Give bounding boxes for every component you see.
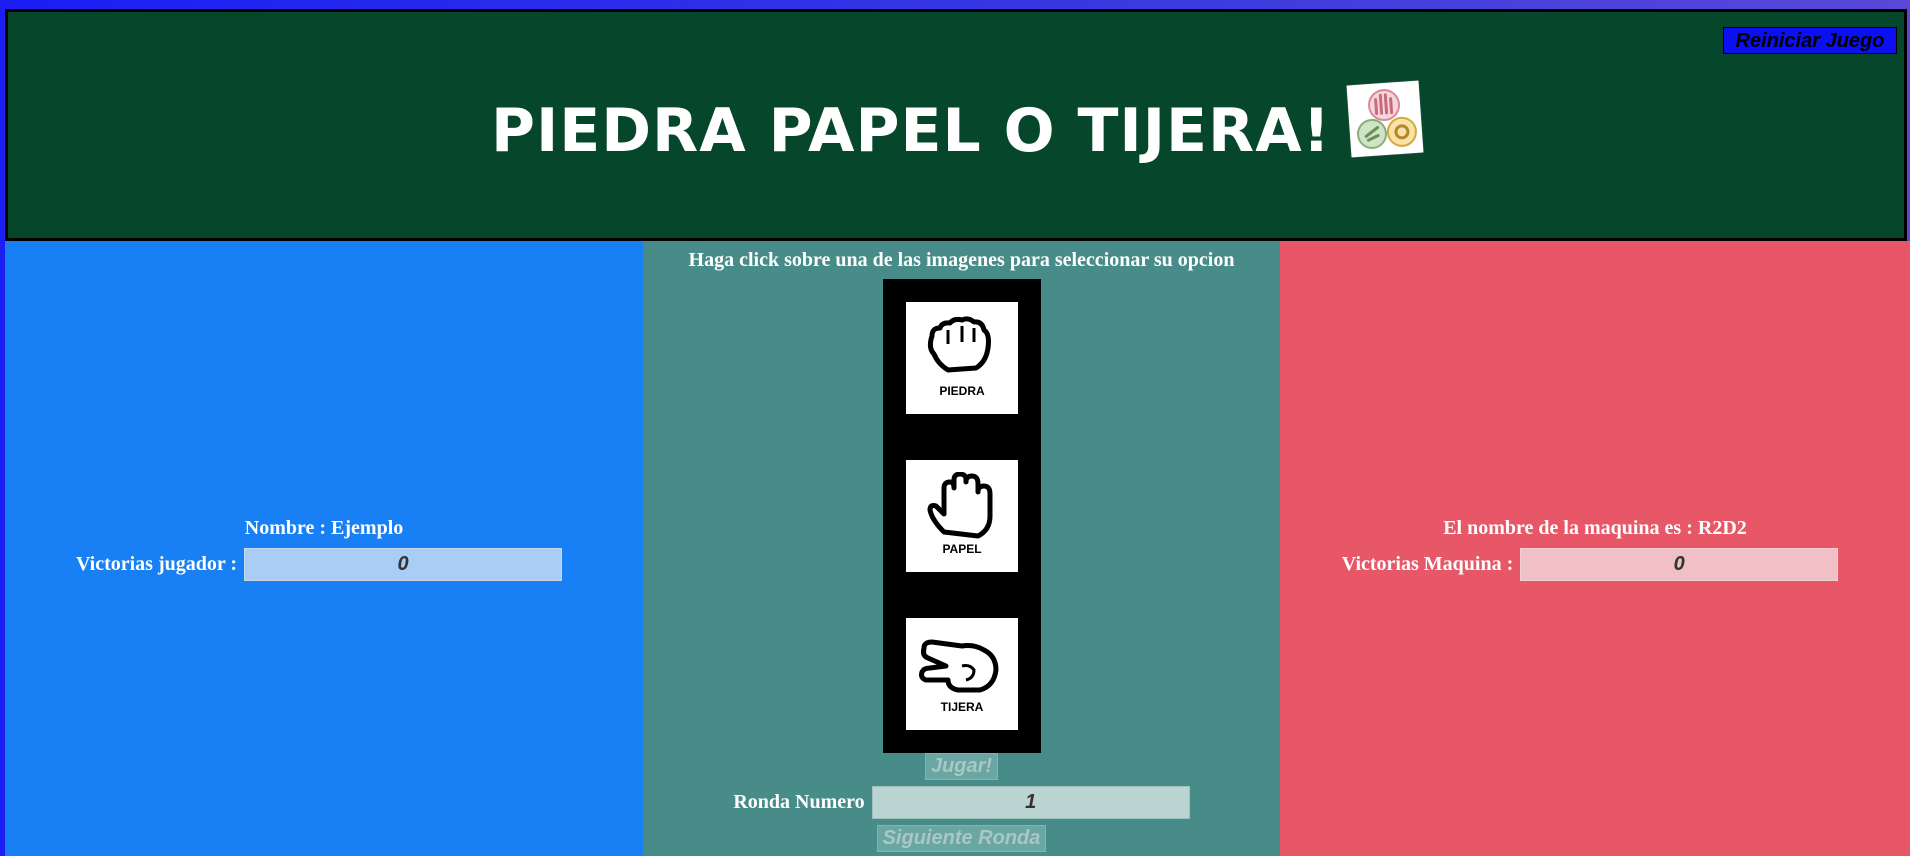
player-wins-row: Victorias jugador : 0 [0, 548, 638, 581]
choice-piedra[interactable]: PIEDRA [883, 279, 1041, 437]
reset-game-button[interactable]: Reiniciar Juego [1723, 27, 1897, 54]
player-wins-label: Victorias jugador : [75, 553, 238, 575]
player-panel: Nombre : Ejemplo Victorias jugador : 0 [5, 241, 643, 856]
fist-icon [927, 316, 991, 373]
tijera-card: TIJERA [906, 618, 1018, 730]
round-row: Ronda Numero 1 [643, 786, 1280, 819]
player-name-label: Nombre : Ejemplo [244, 517, 404, 539]
machine-panel: El nombre de la maquina es : R2D2 Victor… [1280, 241, 1910, 856]
play-button[interactable]: Jugar! [924, 753, 999, 780]
choice-papel[interactable]: PAPEL [883, 437, 1041, 595]
rock-paper-scissors-logo-icon [1346, 80, 1424, 158]
selection-panel: Haga click sobre una de las imagenes par… [643, 241, 1280, 856]
tijera-label: TIJERA [940, 700, 984, 714]
round-label: Ronda Numero [733, 791, 865, 813]
machine-wins-label: Victorias Maquina : [1341, 553, 1514, 575]
papel-card: PAPEL [906, 460, 1018, 572]
game-title: PIEDRA PAPEL O TIJERA! [490, 96, 1332, 166]
next-round-button-wrap: Siguiente Ronda [643, 825, 1280, 852]
scissors-hand-icon [919, 639, 999, 693]
open-hand-icon [927, 472, 993, 539]
piedra-card: PIEDRA [906, 302, 1018, 414]
machine-wins-field: 0 [1520, 548, 1839, 581]
round-number-field: 1 [871, 786, 1190, 819]
machine-wins-row: Victorias Maquina : 0 [1275, 548, 1905, 581]
choice-tijera[interactable]: TIJERA [883, 595, 1041, 753]
next-round-button[interactable]: Siguiente Ronda [876, 825, 1047, 852]
piedra-label: PIEDRA [939, 384, 985, 398]
machine-name-label: El nombre de la maquina es : R2D2 [1443, 517, 1747, 539]
player-wins-field: 0 [244, 548, 563, 581]
papel-label: PAPEL [942, 542, 982, 556]
play-button-wrap: Jugar! [643, 753, 1280, 780]
game-header: PIEDRA PAPEL O TIJERA! Reiniciar Juego [5, 9, 1907, 241]
instruction-text: Haga click sobre una de las imagenes par… [688, 249, 1235, 271]
